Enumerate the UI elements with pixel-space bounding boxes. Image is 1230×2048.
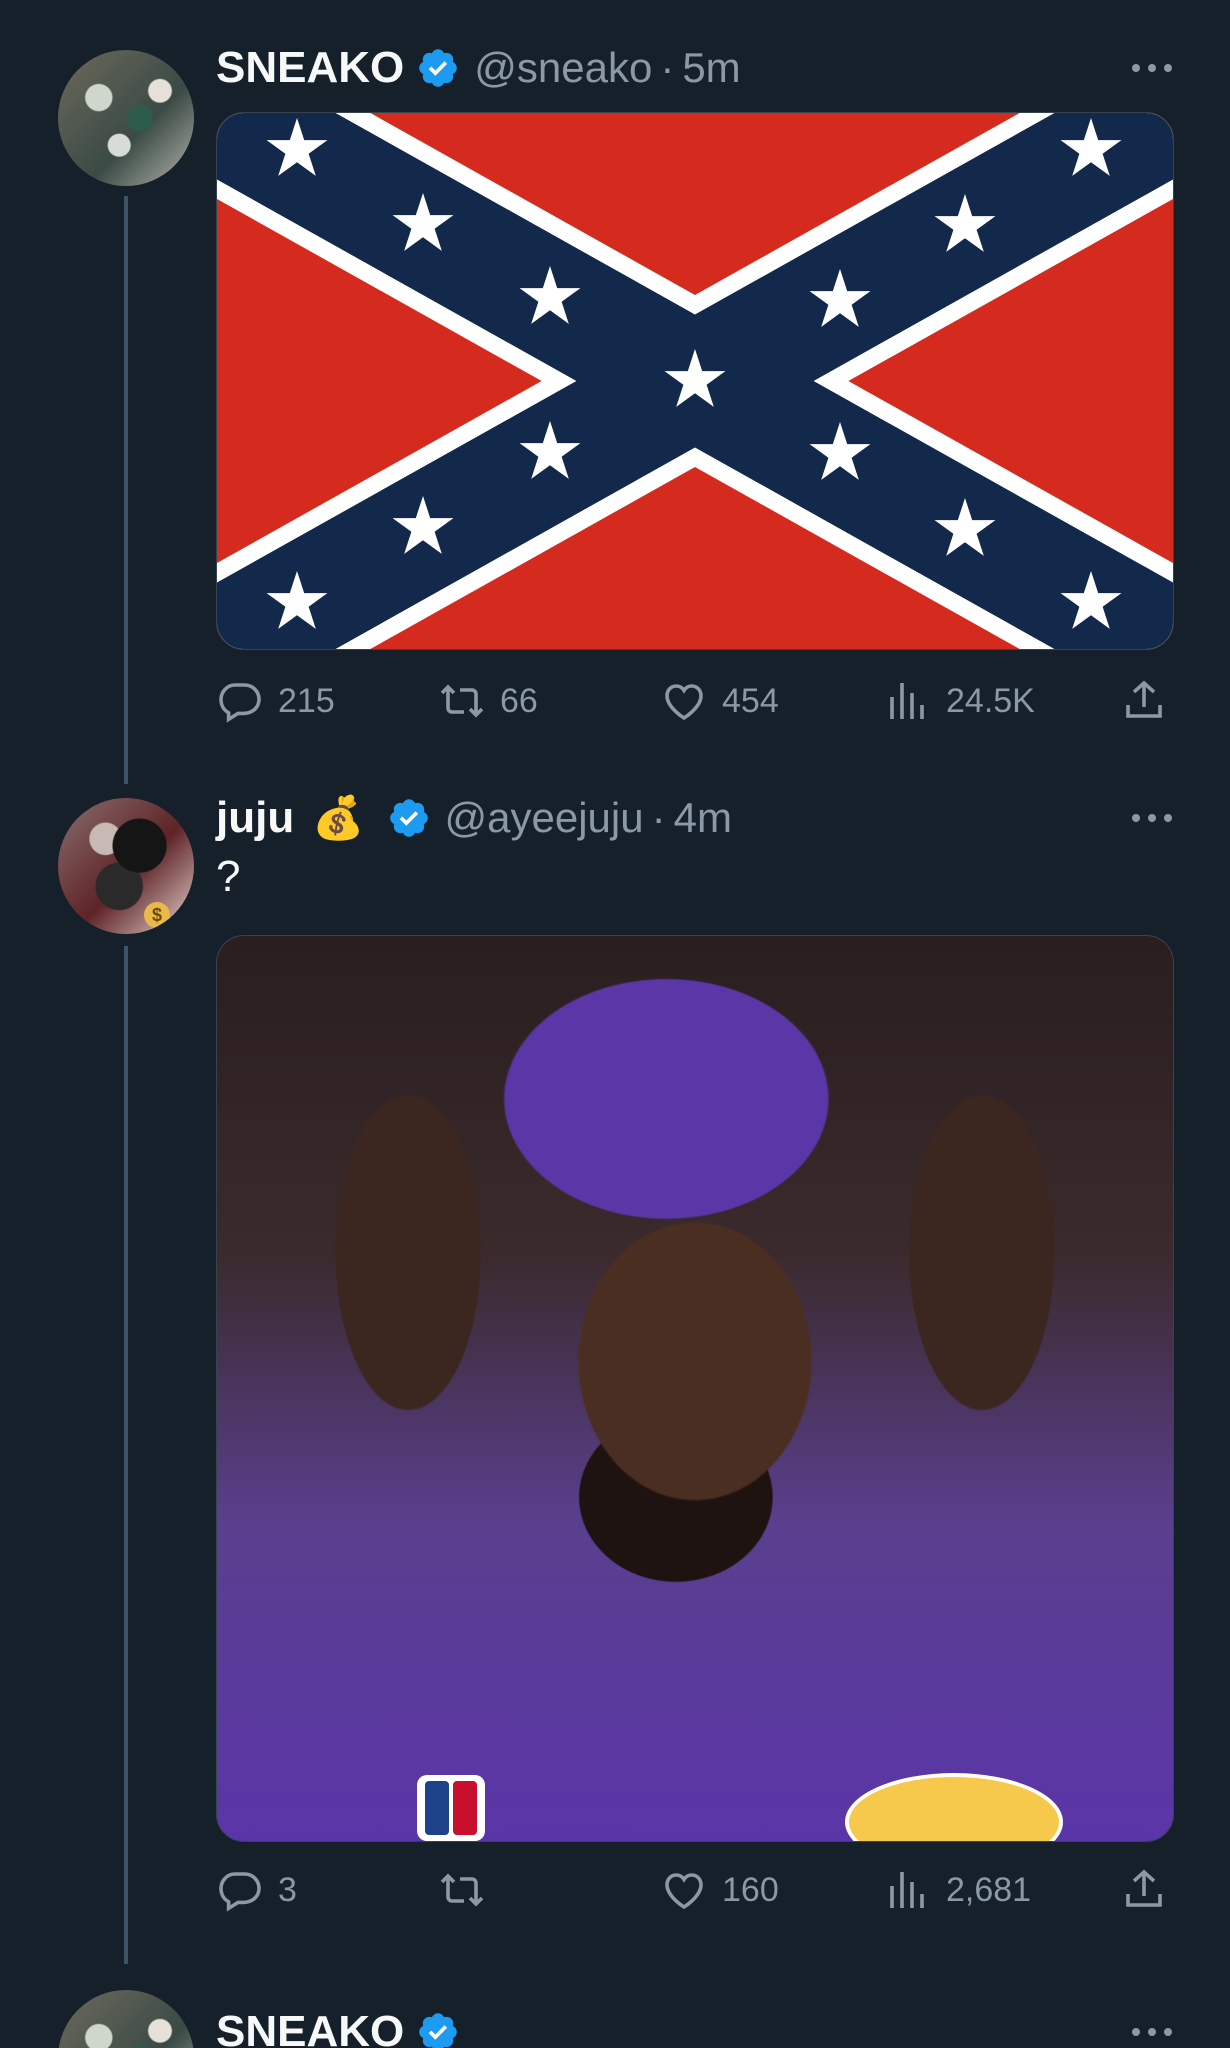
avatar[interactable] (58, 50, 194, 186)
tweet-actions: 3 160 2,681 (216, 1860, 1172, 1920)
reply-button[interactable]: 215 (216, 671, 335, 731)
money-bag-emoji: 💰 (312, 793, 365, 841)
like-count: 160 (722, 1870, 779, 1909)
share-button[interactable] (1120, 1860, 1182, 1920)
avatar[interactable]: $ (58, 798, 194, 934)
retweet-count: 66 (500, 681, 538, 720)
like-button[interactable]: 160 (660, 1860, 779, 1920)
timestamp[interactable]: 5m (682, 44, 740, 92)
separator: · (651, 794, 666, 841)
retweet-icon (438, 1866, 486, 1914)
lebron-hands-on-head-image (217, 936, 1173, 1841)
share-icon (1120, 1866, 1168, 1914)
tweet-2[interactable]: $ juju 💰 @ayeejuju · 4m ? 3 160 2,681 (0, 760, 1230, 1980)
like-button[interactable]: 454 (660, 671, 779, 731)
lakers-logo (845, 1773, 1063, 1841)
thread-line (124, 196, 128, 784)
display-name[interactable]: SNEAKO (216, 43, 404, 93)
tweet-media-image[interactable] (216, 935, 1174, 1842)
reply-icon (216, 677, 264, 725)
reply-count: 215 (278, 681, 335, 720)
money-bag-icon: $ (144, 902, 170, 928)
verified-badge-icon (387, 796, 431, 840)
more-icon[interactable] (1130, 812, 1174, 824)
like-count: 454 (722, 681, 779, 720)
tweet-header: SNEAKO (216, 2002, 1230, 2048)
timestamp[interactable]: 4m (674, 794, 732, 842)
tweet-header: SNEAKO @sneako · 5m (216, 38, 1230, 98)
thread-line (124, 946, 128, 1964)
share-icon (1120, 677, 1168, 725)
user-handle[interactable]: @ayeejuju (445, 794, 644, 842)
reply-icon (216, 1866, 264, 1914)
display-name[interactable]: juju (216, 793, 294, 843)
like-icon (660, 677, 708, 725)
retweet-button[interactable]: 66 (438, 671, 538, 731)
views-count: 24.5K (946, 681, 1035, 720)
display-name[interactable]: SNEAKO (216, 2007, 404, 2048)
views-count: 2,681 (946, 1870, 1032, 1909)
views-button[interactable]: 2,681 (884, 1860, 1031, 1920)
separator: · (660, 44, 675, 91)
verified-badge-icon (416, 2010, 460, 2048)
tweet-text: ? (216, 852, 241, 901)
more-icon[interactable] (1130, 62, 1174, 74)
tweet-3[interactable]: SNEAKO (0, 1980, 1230, 2048)
user-handle[interactable]: @sneako (474, 44, 652, 92)
like-icon (660, 1866, 708, 1914)
confederate-flag-image (217, 113, 1173, 649)
tweet-actions: 215 66 454 24.5K (216, 671, 1172, 731)
views-icon (884, 677, 932, 725)
tweet-media-image[interactable] (216, 112, 1174, 650)
reply-count: 3 (278, 1870, 297, 1909)
nba-logo (417, 1775, 485, 1841)
verified-badge-icon (416, 46, 460, 90)
reply-button[interactable]: 3 (216, 1860, 297, 1920)
share-button[interactable] (1120, 671, 1182, 731)
tweet-header: juju 💰 @ayeejuju · 4m (216, 788, 1230, 848)
views-button[interactable]: 24.5K (884, 671, 1035, 731)
retweet-icon (438, 677, 486, 725)
views-icon (884, 1866, 932, 1914)
more-icon[interactable] (1130, 2026, 1174, 2038)
avatar[interactable] (58, 1990, 194, 2048)
tweet-1[interactable]: SNEAKO @sneako · 5m 215 66 454 24.5K (0, 0, 1230, 784)
retweet-button[interactable] (438, 1860, 500, 1920)
